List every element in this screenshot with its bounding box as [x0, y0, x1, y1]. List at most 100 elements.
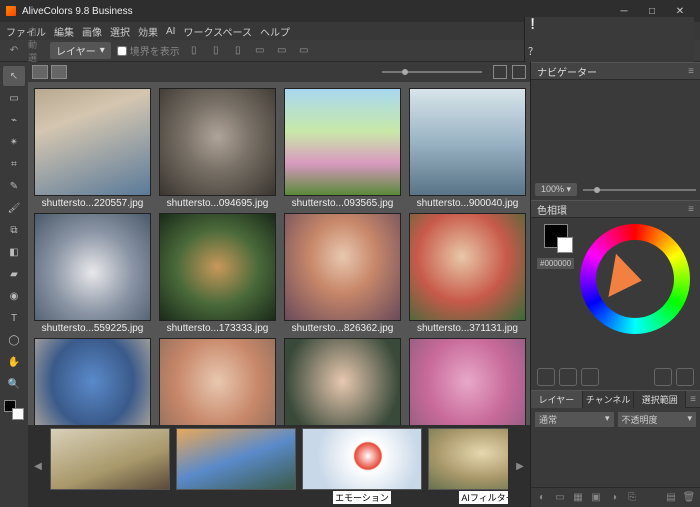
thumbnail-item[interactable]: shuttersto...094695.jpg — [159, 88, 276, 209]
brush-tool-icon[interactable]: 🖌 — [3, 198, 25, 218]
wand-tool-icon[interactable]: ✴ — [3, 132, 25, 152]
thumbnail-image[interactable] — [159, 213, 276, 321]
panel-menu-icon[interactable]: ≡ — [688, 204, 694, 215]
color-foreground-swatch[interactable] — [544, 224, 568, 248]
thumbnail-image[interactable] — [409, 88, 526, 196]
tab-layers[interactable]: レイヤー — [531, 391, 583, 408]
thumbnail-item[interactable] — [159, 338, 276, 425]
marquee-tool-icon[interactable]: ▭ — [3, 88, 25, 108]
auto-icon[interactable]: 自動選択 — [28, 43, 44, 59]
color-mode-4-icon[interactable] — [654, 368, 672, 386]
zoom-value[interactable]: 100% ▾ — [535, 183, 577, 196]
layer-dropdown[interactable]: レイヤー▾ — [50, 42, 111, 59]
filmstrip-next-icon[interactable]: ▶ — [514, 436, 526, 496]
panel-menu-icon[interactable]: ≡ — [688, 66, 694, 77]
menu-ai[interactable]: AI — [166, 26, 175, 37]
thumbnail-image[interactable] — [34, 338, 151, 425]
clone-tool-icon[interactable]: ⧉ — [3, 220, 25, 240]
thumbnail-item[interactable]: shuttersto...220557.jpg — [34, 88, 151, 209]
filmstrip-prev-icon[interactable]: ◀ — [32, 436, 44, 496]
tab-selection[interactable]: 選択範囲 — [634, 391, 686, 408]
filmstrip-item[interactable]: AIフィルター — [428, 428, 508, 504]
doc-tab-1[interactable] — [32, 65, 48, 79]
shape-tool-icon[interactable]: ◯ — [3, 330, 25, 350]
thumbnail-item[interactable]: shuttersto...826362.jpg — [284, 213, 401, 334]
blend-mode-dropdown[interactable]: 通常▾ — [535, 412, 614, 427]
eraser-tool-icon[interactable]: ◧ — [3, 242, 25, 262]
thumbnail-image[interactable] — [34, 88, 151, 196]
opacity-dropdown[interactable]: 不透明度▾ — [618, 412, 697, 427]
lasso-tool-icon[interactable]: ⌁ — [3, 110, 25, 130]
menu-help[interactable]: ヘルプ — [260, 24, 290, 39]
zoom-tool-icon[interactable]: 🔍 — [3, 374, 25, 394]
thumbnail-image[interactable] — [409, 338, 526, 425]
panel-menu-icon[interactable]: ≡ — [686, 394, 700, 405]
tab-channels[interactable]: チャンネル — [583, 391, 635, 408]
notify-icon[interactable]: ❕ — [525, 17, 541, 33]
eyedrop-tool-icon[interactable]: ✎ — [3, 176, 25, 196]
layer-adjust-icon[interactable]: ◑ — [607, 491, 621, 505]
color-swatch[interactable] — [4, 400, 24, 420]
color-wheel[interactable] — [580, 224, 690, 334]
color-panel-header[interactable]: 色相環≡ — [531, 200, 700, 218]
thumbnail-item[interactable]: shuttersto...093565.jpg — [284, 88, 401, 209]
grid-view-icon[interactable] — [493, 65, 507, 79]
filmstrip-item[interactable]: エモーション — [302, 428, 422, 504]
show-bounds-checkbox[interactable]: 境界を表示 — [117, 43, 180, 58]
thumbnail-item[interactable]: shuttersto...900040.jpg — [409, 88, 526, 209]
align-center-icon[interactable]: ▯ — [208, 43, 224, 59]
thumb-size-slider[interactable] — [382, 71, 482, 73]
color-mode-2-icon[interactable] — [559, 368, 577, 386]
layer-new-icon[interactable]: ▦ — [571, 491, 585, 505]
filmstrip-item[interactable]: . — [50, 428, 170, 504]
thumbnail-image[interactable] — [159, 338, 276, 425]
thumbnail-image[interactable] — [409, 213, 526, 321]
color-mode-3-icon[interactable] — [581, 368, 599, 386]
thumbnail-image[interactable] — [159, 88, 276, 196]
align-bot-icon[interactable]: ▭ — [296, 43, 312, 59]
color-hex-field[interactable]: #000000 — [537, 258, 574, 269]
filmstrip-item[interactable]: . — [176, 428, 296, 504]
crop-tool-icon[interactable]: ⌗ — [3, 154, 25, 174]
filmstrip-image[interactable] — [176, 428, 296, 490]
menu-effects[interactable]: 効果 — [138, 24, 158, 39]
hand-tool-icon[interactable]: ✋ — [3, 352, 25, 372]
layer-mask-icon[interactable]: ▭ — [553, 491, 567, 505]
menu-select[interactable]: 選択 — [110, 24, 130, 39]
list-view-icon[interactable] — [512, 65, 526, 79]
thumbnail-image[interactable] — [284, 338, 401, 425]
layer-group-icon[interactable]: ▣ — [589, 491, 603, 505]
blur-tool-icon[interactable]: ◉ — [3, 286, 25, 306]
layer-link-icon[interactable]: ⎘ — [625, 491, 639, 505]
layer-delete-icon[interactable]: 🗑 — [682, 491, 696, 505]
layer-add-icon[interactable]: ▤ — [664, 491, 678, 505]
thumbnail-item[interactable] — [34, 338, 151, 425]
thumbnail-image[interactable] — [284, 213, 401, 321]
menu-workspace[interactable]: ワークスペース — [183, 24, 252, 39]
undo-icon[interactable]: ↶ — [6, 43, 22, 59]
navigator-panel-header[interactable]: ナビゲーター≡ — [531, 62, 700, 80]
thumbnail-item[interactable] — [284, 338, 401, 425]
align-left-icon[interactable]: ▯ — [186, 43, 202, 59]
color-mode-1-icon[interactable] — [537, 368, 555, 386]
menu-image[interactable]: 画像 — [82, 24, 102, 39]
align-right-icon[interactable]: ▯ — [230, 43, 246, 59]
fill-tool-icon[interactable]: ▰ — [3, 264, 25, 284]
thumbnail-item[interactable]: shuttersto...173333.jpg — [159, 213, 276, 334]
thumbnail-image[interactable] — [284, 88, 401, 196]
thumbnail-item[interactable]: shuttersto...371131.jpg — [409, 213, 526, 334]
filmstrip-image[interactable] — [428, 428, 508, 490]
thumbnail-item[interactable]: shuttersto...559225.jpg — [34, 213, 151, 334]
zoom-slider[interactable] — [583, 189, 696, 191]
thumbnail-item[interactable] — [409, 338, 526, 425]
align-mid-icon[interactable]: ▭ — [274, 43, 290, 59]
help-icon[interactable]: ？ — [525, 43, 541, 59]
menu-edit[interactable]: 編集 — [54, 24, 74, 39]
thumbnail-image[interactable] — [34, 213, 151, 321]
color-mode-5-icon[interactable] — [676, 368, 694, 386]
filmstrip-image[interactable] — [50, 428, 170, 490]
text-tool-icon[interactable]: T — [3, 308, 25, 328]
layer-fx-icon[interactable]: ◐ — [535, 491, 549, 505]
doc-tab-2[interactable] — [51, 65, 67, 79]
align-top-icon[interactable]: ▭ — [252, 43, 268, 59]
